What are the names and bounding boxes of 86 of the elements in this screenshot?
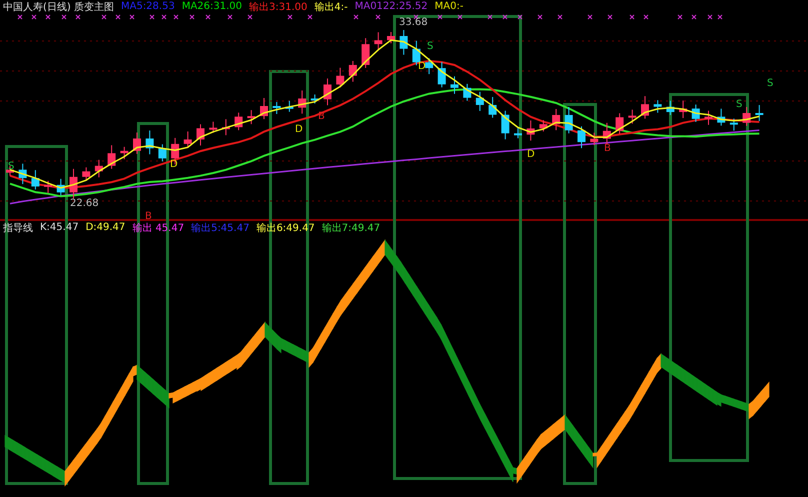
candlestick [425, 58, 434, 75]
candlestick [641, 96, 649, 120]
candlestick [539, 120, 548, 132]
candlestick [44, 180, 52, 194]
legend-value: 输出5:45.47 [191, 222, 250, 234]
candlestick [742, 106, 751, 126]
legend-value: 输出3:31.00 [249, 0, 308, 14]
candlestick [730, 118, 738, 132]
candlestick [463, 83, 472, 102]
legend-value: MA5:28.53 [120, 1, 175, 12]
legend-value: 输出4:- [314, 0, 348, 14]
candlestick [146, 130, 154, 155]
candlestick [108, 144, 116, 170]
candlestick [692, 104, 700, 122]
legend-value: K:45.47 [40, 222, 79, 233]
candlestick [488, 96, 497, 118]
candlestick [590, 132, 598, 146]
candlestick [324, 78, 332, 106]
candlestick [628, 109, 636, 124]
price-label: 22.68 [70, 198, 99, 209]
candlestick [362, 38, 370, 68]
candlestick [552, 108, 560, 131]
signal-letter: D [170, 159, 178, 170]
candlestick [18, 163, 27, 185]
candlestick [412, 40, 420, 66]
candlestick [196, 124, 204, 146]
price-label: 33.68 [399, 17, 428, 28]
candlestick [654, 100, 662, 114]
signal-letter: S [736, 99, 742, 110]
candlestick [247, 110, 256, 125]
candlestick [70, 168, 78, 199]
candlestick [616, 112, 624, 134]
candlestick [704, 110, 712, 126]
signal-letter: B [604, 143, 611, 154]
candlestick [755, 104, 764, 122]
candlestick [171, 137, 180, 165]
candlestick [578, 126, 586, 149]
legend-value: MA26:31.00 [182, 1, 242, 12]
candlestick [82, 166, 90, 180]
candlestick [717, 108, 726, 126]
candlestick [348, 60, 357, 82]
candlestick [438, 62, 446, 88]
candlestick [158, 144, 166, 162]
legend-value: MA0122:25.52 [354, 1, 428, 12]
signal-letter: D [527, 149, 535, 160]
candlestick [602, 122, 611, 146]
candlestick [31, 170, 40, 190]
candlestick [450, 76, 458, 94]
signal-letter: D [418, 61, 426, 72]
legend-value: MA0:- [434, 1, 464, 12]
candlestick [310, 94, 319, 104]
legend-value: 输出7:49.47 [322, 222, 380, 234]
candlestick [336, 67, 344, 88]
signal-letter: S [427, 41, 434, 52]
candlestick [514, 126, 522, 139]
legend-value: 输出6:49.47 [256, 222, 315, 234]
signal-letter: S [767, 78, 774, 89]
candlestick [133, 132, 141, 154]
candlestick [298, 90, 306, 114]
indicator-title: 指导线 [3, 222, 33, 234]
candlestick [564, 106, 573, 134]
candlestick [374, 32, 382, 51]
legend-value: 输出 45.47 [132, 222, 184, 234]
candlestick [94, 159, 103, 178]
candlestick [222, 118, 230, 136]
candlestick [209, 121, 218, 134]
candlestick [56, 178, 65, 196]
candlestick [400, 30, 408, 56]
legend-value: D:49.47 [86, 222, 126, 233]
signal-letter: S [8, 161, 14, 172]
candlestick [387, 32, 395, 44]
candlestick [184, 130, 192, 148]
signal-letter: D [295, 124, 303, 135]
signal-letter: B [318, 111, 325, 122]
signal-letter: B [145, 211, 152, 219]
candlestick [666, 100, 674, 116]
candlestick [260, 98, 268, 120]
candlestick [679, 100, 688, 119]
candlestick [234, 112, 243, 131]
candlestick [120, 146, 128, 160]
candlestick [526, 120, 535, 142]
candlestick [272, 102, 281, 114]
candlestick [501, 110, 510, 140]
candlestick [476, 91, 484, 112]
chart-title: 中国人寿(日线) 质变主图 [3, 0, 114, 14]
candlestick [285, 100, 294, 112]
